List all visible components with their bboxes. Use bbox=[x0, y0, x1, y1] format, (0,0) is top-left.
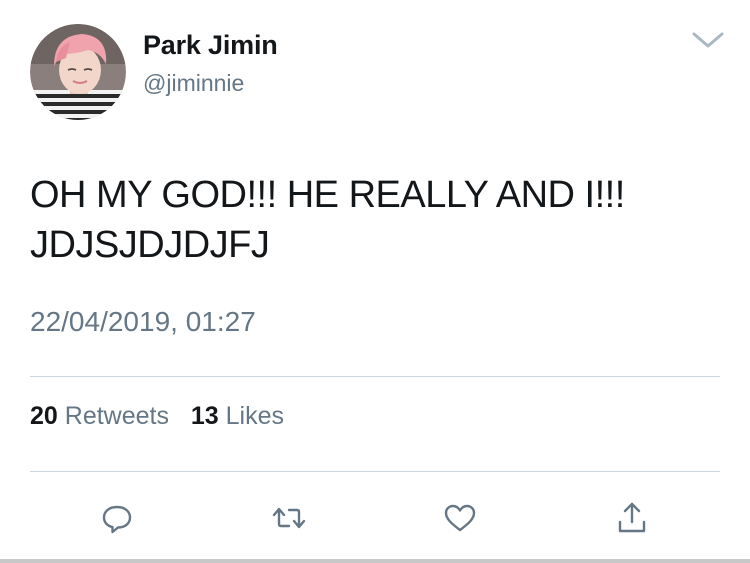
share-icon[interactable] bbox=[612, 498, 652, 538]
user-display-name[interactable]: Park Jimin bbox=[143, 30, 278, 61]
likes-label: Likes bbox=[225, 402, 285, 430]
retweets-count: 20 bbox=[30, 402, 58, 430]
tweet-stats: 20 Retweets 13 Likes bbox=[30, 402, 284, 431]
chevron-down-icon[interactable] bbox=[688, 27, 728, 53]
reply-icon[interactable] bbox=[97, 498, 137, 538]
tweet-text-line-2: JDJSJDJDJFJ bbox=[30, 224, 270, 266]
retweets-label: Retweets bbox=[64, 402, 169, 430]
avatar[interactable] bbox=[30, 24, 126, 120]
divider bbox=[30, 471, 720, 472]
retweets-stat[interactable]: 20 Retweets bbox=[30, 402, 169, 430]
tweet-text-line-1: OH MY GOD!!! HE REALLY AND I!!! bbox=[30, 174, 625, 216]
likes-count: 13 bbox=[190, 402, 219, 430]
user-handle[interactable]: @jiminnie bbox=[143, 70, 244, 97]
retweet-icon[interactable] bbox=[269, 498, 309, 538]
bottom-border bbox=[0, 559, 750, 563]
tweet-timestamp[interactable]: 22/04/2019, 01:27 bbox=[30, 306, 256, 338]
heart-icon[interactable] bbox=[440, 498, 480, 538]
tweet-text: OH MY GOD!!! HE REALLY AND I!!! JDJSJDJD… bbox=[30, 170, 720, 270]
likes-stat[interactable]: 13 Likes bbox=[191, 402, 284, 430]
divider bbox=[30, 376, 720, 377]
tweet-card: Park Jimin @jiminnie OH MY GOD!!! HE REA… bbox=[0, 0, 750, 563]
